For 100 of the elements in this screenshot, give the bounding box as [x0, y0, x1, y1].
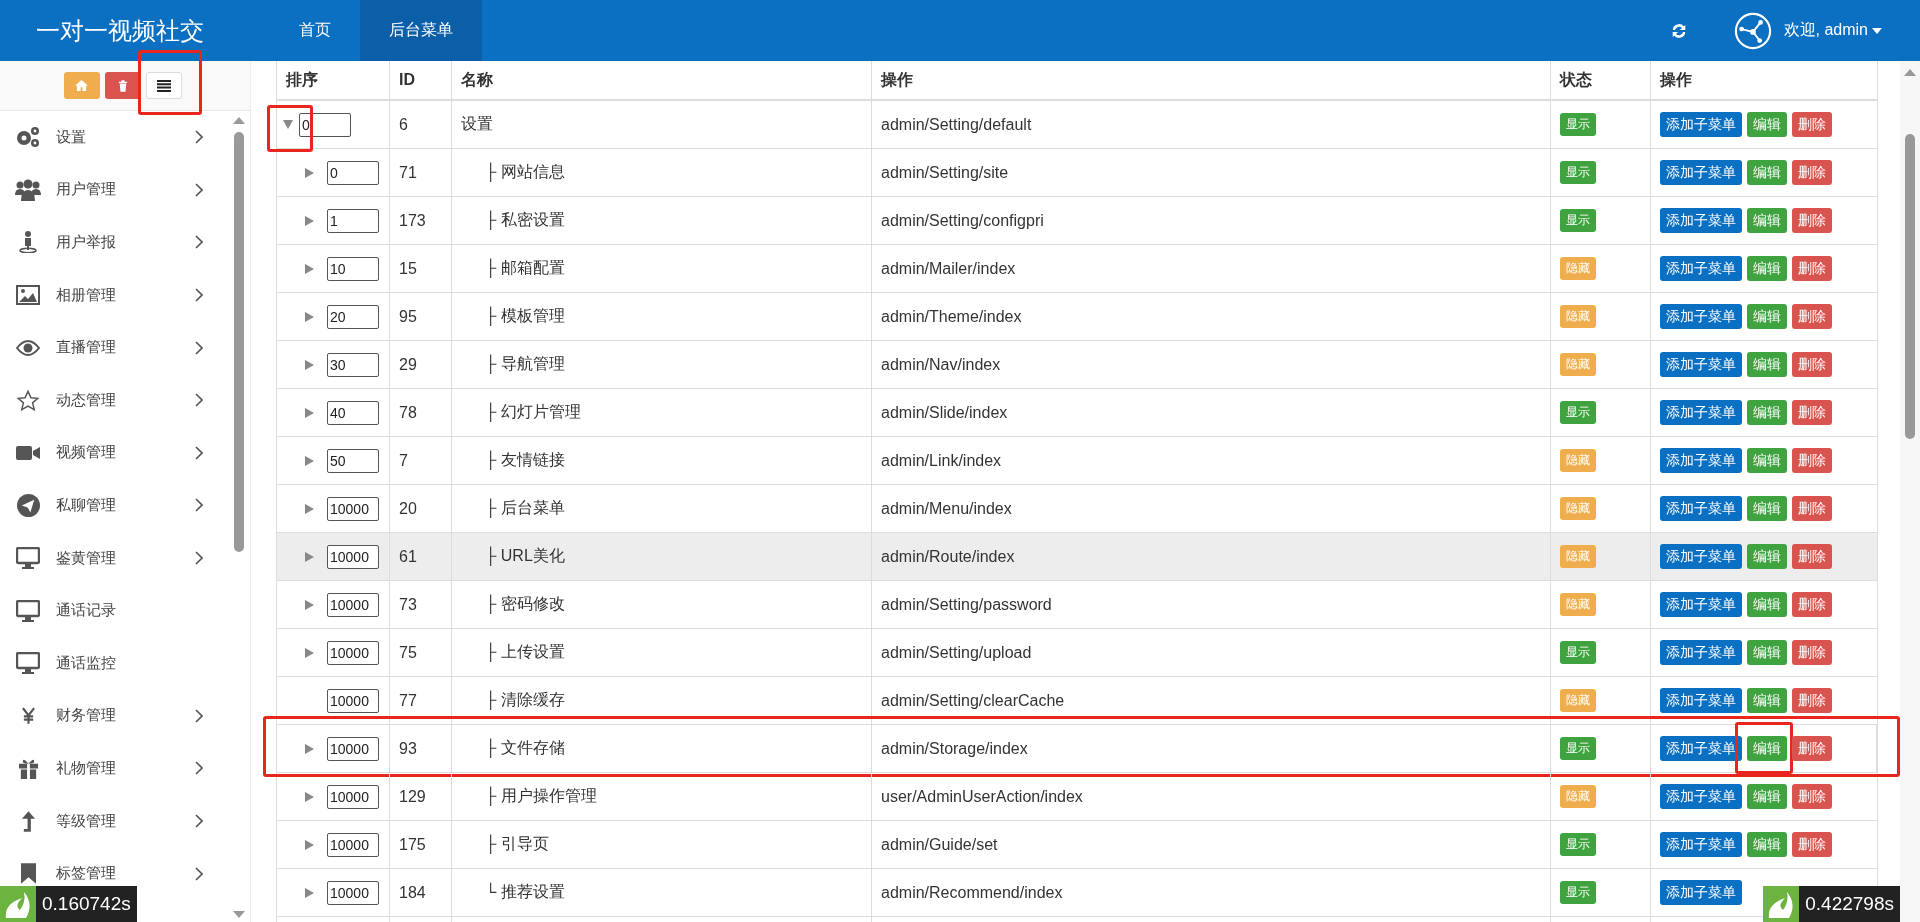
- order-input[interactable]: 50: [327, 448, 379, 473]
- edit-button[interactable]: 编辑: [1747, 496, 1787, 521]
- sidebar-item[interactable]: 礼物管理: [56, 758, 116, 778]
- sidebar-item[interactable]: 用户管理: [56, 180, 116, 200]
- add-submenu-button[interactable]: 添加子菜单: [1660, 112, 1742, 137]
- edit-button[interactable]: 编辑: [1747, 688, 1787, 713]
- scroll-thumb[interactable]: [234, 132, 244, 552]
- add-submenu-button[interactable]: 添加子菜单: [1660, 448, 1742, 473]
- add-submenu-button[interactable]: 添加子菜单: [1660, 832, 1742, 857]
- edit-button[interactable]: 编辑: [1747, 832, 1787, 857]
- nav-tab[interactable]: 后台菜单: [360, 0, 482, 61]
- order-input[interactable]: 1: [327, 208, 379, 233]
- delete-button[interactable]: 删除: [1792, 544, 1832, 569]
- add-submenu-button[interactable]: 添加子菜单: [1660, 592, 1742, 617]
- delete-button[interactable]: 删除: [1792, 496, 1832, 521]
- delete-button[interactable]: 删除: [1792, 592, 1832, 617]
- trash-button[interactable]: [104, 72, 141, 99]
- edit-button[interactable]: 编辑: [1747, 160, 1787, 185]
- edit-button[interactable]: 编辑: [1747, 784, 1787, 809]
- expand-icon[interactable]: [304, 407, 314, 418]
- edit-button[interactable]: 编辑: [1747, 736, 1787, 761]
- order-input[interactable]: 10: [327, 256, 379, 281]
- sidebar-item[interactable]: 直播管理: [56, 338, 116, 358]
- expand-icon[interactable]: [304, 263, 314, 274]
- sidebar-item[interactable]: 视频管理: [56, 443, 116, 463]
- sidebar-item[interactable]: 财务管理: [56, 706, 116, 726]
- delete-button[interactable]: 删除: [1792, 736, 1832, 761]
- edit-button[interactable]: 编辑: [1747, 592, 1787, 617]
- add-submenu-button[interactable]: 添加子菜单: [1660, 544, 1742, 569]
- delete-button[interactable]: 删除: [1792, 448, 1832, 473]
- add-submenu-button[interactable]: 添加子菜单: [1660, 160, 1742, 185]
- order-input[interactable]: 10000: [327, 784, 379, 809]
- sidebar-item[interactable]: 用户举报: [56, 233, 116, 252]
- order-input[interactable]: 10000: [327, 880, 379, 905]
- delete-button[interactable]: 删除: [1792, 688, 1832, 713]
- expand-icon[interactable]: [304, 887, 314, 898]
- expand-icon[interactable]: [304, 599, 314, 610]
- sidebar-item[interactable]: 设置: [56, 127, 86, 147]
- home-button[interactable]: [63, 72, 100, 99]
- expand-icon[interactable]: [304, 839, 314, 850]
- scroll-up-icon[interactable]: [1904, 69, 1916, 76]
- delete-button[interactable]: 删除: [1792, 256, 1832, 281]
- order-input[interactable]: 10000: [327, 736, 379, 761]
- order-input[interactable]: 40: [327, 400, 379, 425]
- delete-button[interactable]: 删除: [1792, 208, 1832, 233]
- add-submenu-button[interactable]: 添加子菜单: [1660, 256, 1742, 281]
- expand-icon[interactable]: [304, 455, 314, 466]
- order-input[interactable]: 20: [327, 304, 379, 329]
- order-input[interactable]: 0: [299, 112, 351, 137]
- edit-button[interactable]: 编辑: [1747, 256, 1787, 281]
- avatar-icon[interactable]: [1733, 11, 1772, 50]
- expand-icon[interactable]: [304, 311, 314, 322]
- scroll-thumb[interactable]: [1905, 134, 1915, 439]
- add-submenu-button[interactable]: 添加子菜单: [1660, 736, 1742, 761]
- edit-button[interactable]: 编辑: [1747, 112, 1787, 137]
- expand-icon[interactable]: [304, 743, 314, 754]
- expand-icon[interactable]: [304, 359, 314, 370]
- add-submenu-button[interactable]: 添加子菜单: [1660, 784, 1742, 809]
- order-input[interactable]: 10000: [327, 592, 379, 617]
- nav-tab[interactable]: 首页: [270, 0, 360, 61]
- edit-button[interactable]: 编辑: [1747, 352, 1787, 377]
- sidebar-item[interactable]: 鉴黄管理: [56, 548, 116, 568]
- delete-button[interactable]: 删除: [1792, 784, 1832, 809]
- add-submenu-button[interactable]: 添加子菜单: [1660, 304, 1742, 329]
- add-submenu-button[interactable]: 添加子菜单: [1660, 688, 1742, 713]
- edit-button[interactable]: 编辑: [1747, 208, 1787, 233]
- add-submenu-button[interactable]: 添加子菜单: [1660, 880, 1742, 905]
- order-input[interactable]: 10000: [327, 640, 379, 665]
- edit-button[interactable]: 编辑: [1747, 400, 1787, 425]
- sidebar-item[interactable]: 等级管理: [56, 811, 116, 831]
- delete-button[interactable]: 删除: [1792, 400, 1832, 425]
- order-input[interactable]: 10000: [327, 544, 379, 569]
- scroll-up-icon[interactable]: [233, 117, 245, 124]
- edit-button[interactable]: 编辑: [1747, 304, 1787, 329]
- scroll-down-icon[interactable]: [233, 911, 245, 918]
- list-button[interactable]: [145, 72, 182, 99]
- delete-button[interactable]: 删除: [1792, 640, 1832, 665]
- add-submenu-button[interactable]: 添加子菜单: [1660, 400, 1742, 425]
- order-input[interactable]: 10000: [327, 688, 379, 713]
- edit-button[interactable]: 编辑: [1747, 544, 1787, 569]
- user-menu[interactable]: 欢迎, admin: [1783, 20, 1882, 41]
- sidebar-item[interactable]: 相册管理: [56, 285, 116, 305]
- delete-button[interactable]: 删除: [1792, 112, 1832, 137]
- page-scrollbar[interactable]: [1900, 61, 1920, 922]
- expand-icon[interactable]: [304, 791, 314, 802]
- expand-icon[interactable]: [304, 503, 314, 514]
- order-input[interactable]: 0: [327, 160, 379, 185]
- expand-icon[interactable]: [304, 215, 314, 226]
- add-submenu-button[interactable]: 添加子菜单: [1660, 496, 1742, 521]
- sidebar-item[interactable]: 私聊管理: [56, 495, 116, 515]
- delete-button[interactable]: 删除: [1792, 160, 1832, 185]
- order-input[interactable]: 10000: [327, 832, 379, 857]
- order-input[interactable]: 10000: [327, 496, 379, 521]
- expand-icon[interactable]: [304, 167, 314, 178]
- expand-icon[interactable]: [304, 647, 314, 658]
- delete-button[interactable]: 删除: [1792, 832, 1832, 857]
- order-input[interactable]: 30: [327, 352, 379, 377]
- add-submenu-button[interactable]: 添加子菜单: [1660, 208, 1742, 233]
- edit-button[interactable]: 编辑: [1747, 640, 1787, 665]
- delete-button[interactable]: 删除: [1792, 304, 1832, 329]
